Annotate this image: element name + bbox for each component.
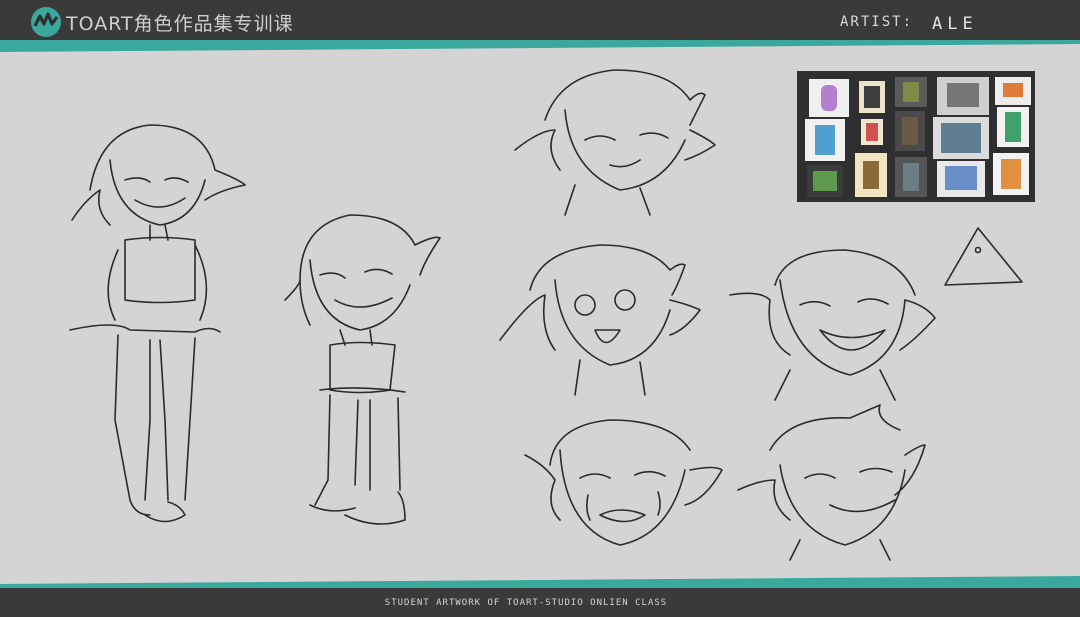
expression-sketch-shocked [499,244,701,396]
reference-thumbnail [895,77,927,107]
artist-label: ARTIST: [840,14,914,30]
reference-thumbnail [895,157,927,197]
reference-thumbnail [895,111,925,151]
reference-thumbnail [855,153,887,197]
reference-thumbnail [995,77,1031,105]
expression-sketch-grumpy [514,69,716,216]
artist-name: ALE [932,14,978,34]
reference-mood-board [797,71,1035,202]
expression-sketch-crying [524,419,723,546]
reference-thumbnail [997,107,1029,147]
character-full-body-front [69,124,246,523]
reference-thumbnail [861,119,883,145]
expression-sketch-smirk [737,404,926,561]
footer-caption: STUDENT ARTWORK OF TOART-STUDIO ONLIEN C… [384,598,668,608]
reference-thumbnail [937,77,989,115]
reference-thumbnail [805,119,845,161]
reference-thumbnail [993,153,1029,195]
reference-thumbnail [807,165,843,197]
header-accent-stripe [0,40,1080,52]
triangle-doodle [944,227,1023,286]
reference-thumbnail [933,117,989,159]
reference-thumbnail [859,81,885,113]
reference-thumbnail [937,161,985,197]
character-full-body-three-quarter [284,214,441,525]
expression-sketch-laughing [729,249,936,401]
brand-title: TOART角色作品集专训课 [66,13,294,35]
reference-thumbnail [809,79,849,117]
toart-logo-icon [31,7,61,37]
